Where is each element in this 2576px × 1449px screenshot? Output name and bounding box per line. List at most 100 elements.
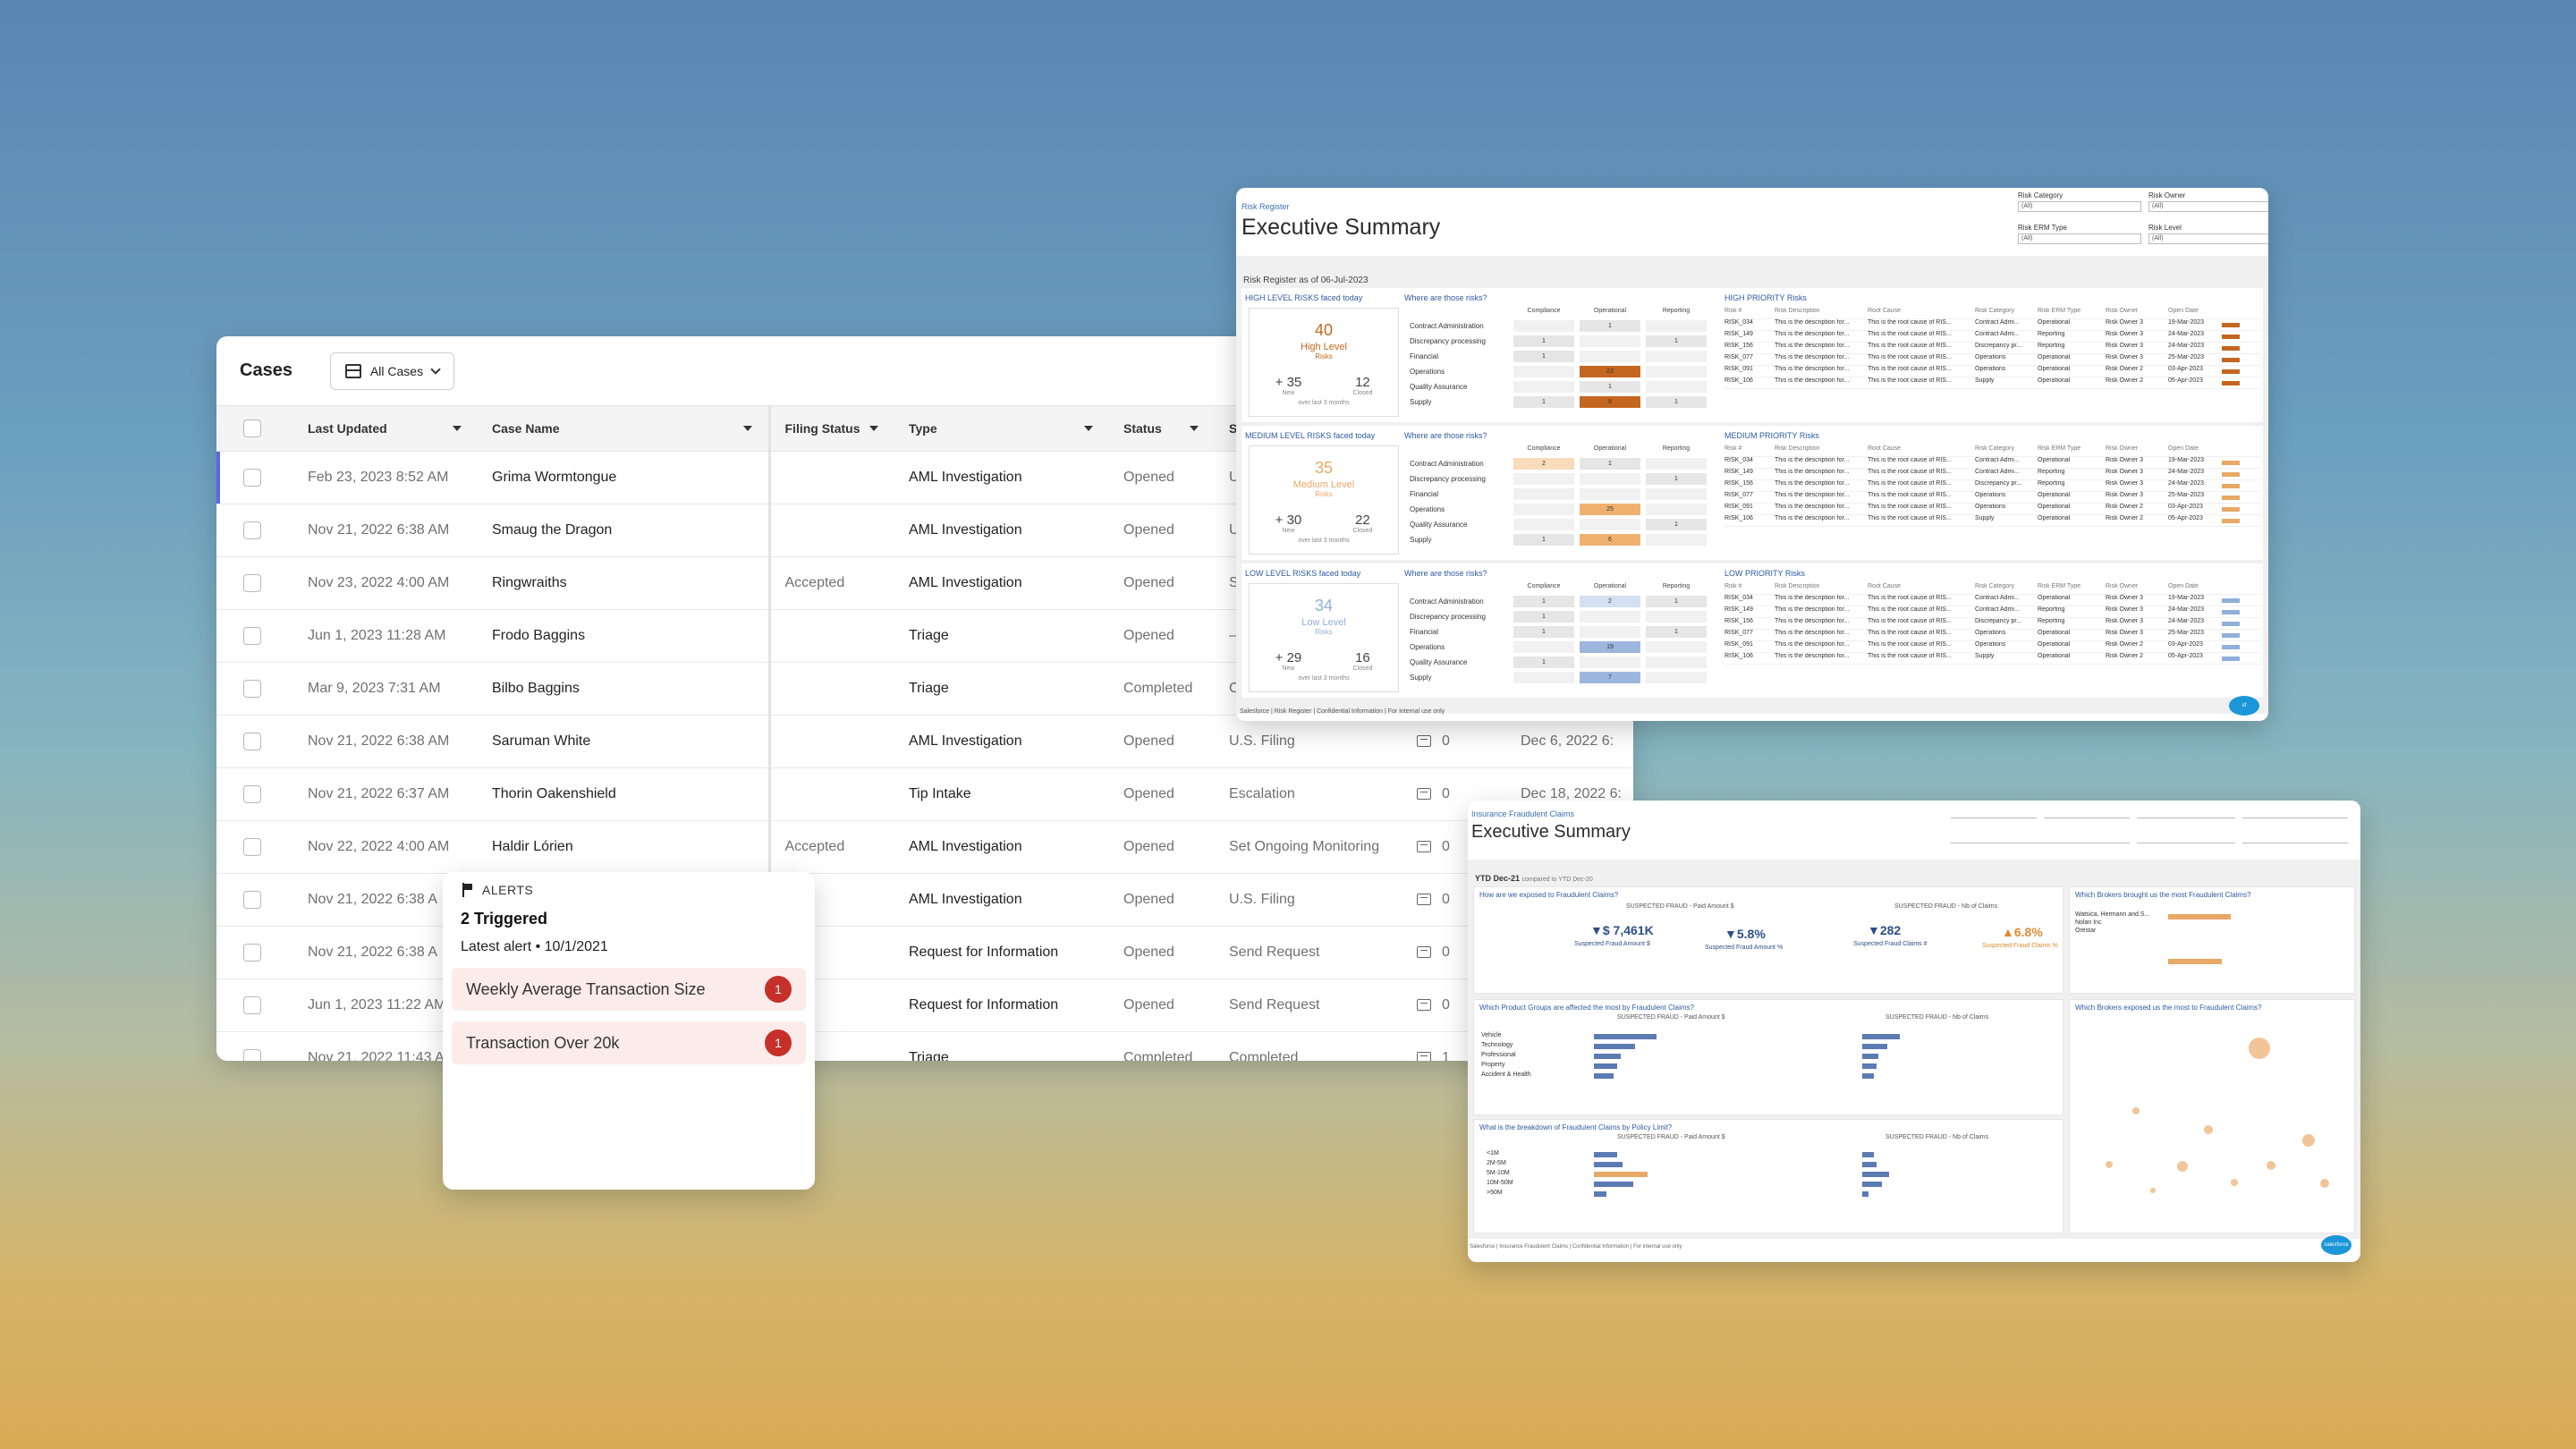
row-checkbox[interactable]: [243, 890, 261, 909]
priority-risk-row[interactable]: RISK_091 This is the description for... Th…: [1724, 641, 2261, 653]
alert-item[interactable]: Transaction Over 20k 1: [452, 1021, 806, 1064]
priority-risk-row[interactable]: RISK_034 This is the description for... Th…: [1724, 595, 2261, 606]
cell-last-updated: Nov 21, 2022 6:38 AM: [293, 504, 478, 557]
priority-risk-row[interactable]: RISK_106 This is the description for... Th…: [1724, 653, 2261, 665]
cell-case-name[interactable]: Frodo Baggins: [478, 609, 771, 663]
risk-register-dashboard: Risk Register Executive Summary Risk Cat…: [1236, 188, 2268, 721]
row-checkbox[interactable]: [243, 573, 261, 592]
priority-risk-row[interactable]: RISK_156 This is the description for... Th…: [1724, 618, 2261, 630]
product-label: Property: [1481, 1062, 1505, 1068]
risk-kpi-box: 34 Low Level Risks + 29 New 16 Closed over last…: [1249, 583, 1399, 692]
cell-status: Opened: [1109, 926, 1215, 979]
table-row[interactable]: Nov 21, 2022 6:38 A Request for Informati…: [216, 926, 1633, 979]
row-checkbox[interactable]: [243, 996, 261, 1014]
filter-risk-owner[interactable]: Risk Owner (All): [2148, 191, 2268, 212]
col-type[interactable]: Type: [894, 406, 1109, 452]
ins-filters[interactable]: [1951, 804, 2353, 851]
priority-risk-row[interactable]: RISK_149 This is the description for... Th…: [1724, 469, 2261, 480]
row-checkbox[interactable]: [243, 1048, 261, 1061]
table-row[interactable]: Nov 22, 2022 4:00 AM Haldir Lórien Accepte…: [216, 820, 1633, 874]
priority-risk-row[interactable]: RISK_034 This is the description for... Th…: [1724, 457, 2261, 469]
cell-stage: Completed: [1215, 1031, 1402, 1061]
row-select[interactable]: [216, 1031, 293, 1061]
table-row[interactable]: Nov 21, 2022 6:38 A AML Investigation Open…: [216, 873, 1633, 927]
cell-case-name[interactable]: Saruman White: [478, 715, 771, 768]
alerts-heading: ALERTS: [482, 883, 534, 897]
row-checkbox[interactable]: [243, 521, 261, 539]
cell-stage: U.S. Filing: [1215, 715, 1402, 768]
row-checkbox[interactable]: [243, 732, 261, 750]
select-all-header[interactable]: [216, 406, 293, 452]
table-row[interactable]: Jun 1, 2023 11:22 AM Request for Informat…: [216, 979, 1633, 1032]
sort-down-icon[interactable]: [742, 426, 752, 431]
priority-risk-row[interactable]: RISK_077 This is the description for... Th…: [1724, 630, 2261, 641]
alert-item[interactable]: Weekly Average Transaction Size 1: [452, 968, 806, 1011]
sort-down-icon[interactable]: [453, 426, 462, 431]
cell-filing-status: [769, 609, 894, 663]
ins-period: YTD Dec-21 compared to YTD Dec-20: [1475, 874, 1593, 883]
sort-down-icon[interactable]: [1084, 426, 1093, 431]
priority-risk-row[interactable]: RISK_077 This is the description for... Th…: [1724, 492, 2261, 504]
priority-risk-row[interactable]: RISK_149 This is the description for... Th…: [1724, 331, 2261, 343]
row-checkbox[interactable]: [243, 679, 261, 698]
product-label: Technology: [1481, 1042, 1513, 1048]
priority-risk-row[interactable]: RISK_149 This is the description for... Th…: [1724, 606, 2261, 618]
row-select[interactable]: [216, 820, 293, 874]
cell-comments[interactable]: 0: [1402, 715, 1506, 768]
sort-down-icon[interactable]: [1190, 426, 1199, 431]
row-select[interactable]: [216, 979, 293, 1032]
select-all-checkbox[interactable]: [243, 419, 261, 437]
table-row[interactable]: Nov 21, 2022 6:38 AM Saruman White AML Inv…: [216, 715, 1633, 768]
cell-case-name[interactable]: Bilbo Baggins: [478, 662, 771, 716]
sort-down-icon[interactable]: [869, 426, 878, 431]
row-select[interactable]: [216, 504, 293, 557]
filter-risk-erm-type[interactable]: Risk ERM Type (All): [2018, 224, 2141, 244]
row-checkbox[interactable]: [243, 468, 261, 487]
risk-asof: Risk Register as of 06-Jul-2023: [1243, 275, 1368, 285]
row-select[interactable]: [216, 767, 293, 821]
cell-status: Opened: [1109, 873, 1215, 927]
priority-risk-row[interactable]: RISK_106 This is the description for... Th…: [1724, 515, 2261, 527]
col-last-updated[interactable]: Last Updated: [293, 406, 478, 452]
cell-filing-status: [769, 767, 894, 821]
row-checkbox[interactable]: [243, 626, 261, 645]
table-row[interactable]: Nov 21, 2022 6:37 AM Thorin Oakenshield Ti…: [216, 767, 1633, 821]
cell-case-name[interactable]: Thorin Oakenshield: [478, 767, 771, 821]
row-select[interactable]: [216, 715, 293, 768]
cell-case-name[interactable]: Grima Wormtongue: [478, 451, 771, 504]
row-checkbox[interactable]: [243, 837, 261, 856]
cell-type: Tip Intake: [894, 767, 1109, 821]
products-card: Which Product Groups are affected the mo…: [1473, 999, 2063, 1115]
col-filing-status[interactable]: Filing Status: [769, 406, 894, 452]
row-select[interactable]: [216, 556, 293, 610]
row-checkbox[interactable]: [243, 943, 261, 962]
table-row[interactable]: Nov 21, 2022 11:43 A Triage Completed Compl…: [216, 1031, 1633, 1061]
list-view-select[interactable]: All Cases: [329, 352, 455, 390]
col-case-name[interactable]: Case Name: [478, 406, 771, 452]
row-select[interactable]: [216, 873, 293, 927]
priority-risk-row[interactable]: RISK_077 This is the description for... Th…: [1724, 354, 2261, 366]
filter-risk-category[interactable]: Risk Category (All): [2018, 191, 2141, 212]
priority-risk-row[interactable]: RISK_091 This is the description for... Th…: [1724, 504, 2261, 515]
priority-risk-row[interactable]: RISK_156 This is the description for... Th…: [1724, 480, 2261, 492]
row-checkbox[interactable]: [243, 784, 261, 803]
cell-stage: Set Ongoing Monitoring: [1215, 820, 1402, 874]
kpi-fraud-claims: ▼282: [1868, 923, 1902, 937]
priority-risk-row[interactable]: RISK_034 This is the description for... Th…: [1724, 319, 2261, 331]
filter-risk-level[interactable]: Risk Level (All): [2148, 224, 2268, 244]
col-status[interactable]: Status: [1109, 406, 1215, 452]
row-select[interactable]: [216, 609, 293, 663]
policy-limit-label: 5M-10M: [1487, 1170, 1510, 1176]
cell-case-name[interactable]: Ringwraiths: [478, 556, 771, 610]
row-select[interactable]: [216, 926, 293, 979]
list-view-icon: [344, 363, 361, 378]
row-select[interactable]: [216, 662, 293, 716]
row-select[interactable]: [216, 451, 293, 504]
priority-risk-row[interactable]: RISK_106 This is the description for... Th…: [1724, 377, 2261, 389]
cell-case-name[interactable]: Haldir Lórien: [478, 820, 771, 874]
cell-last-updated: Feb 23, 2023 8:52 AM: [293, 451, 478, 504]
cell-case-name[interactable]: Smaug the Dragon: [478, 504, 771, 557]
ins-footer: Salesforce | Insurance Fraudulent Claims…: [1470, 1244, 1682, 1250]
priority-risk-row[interactable]: RISK_091 This is the description for... Th…: [1724, 366, 2261, 377]
priority-risk-row[interactable]: RISK_156 This is the description for... Th…: [1724, 343, 2261, 354]
